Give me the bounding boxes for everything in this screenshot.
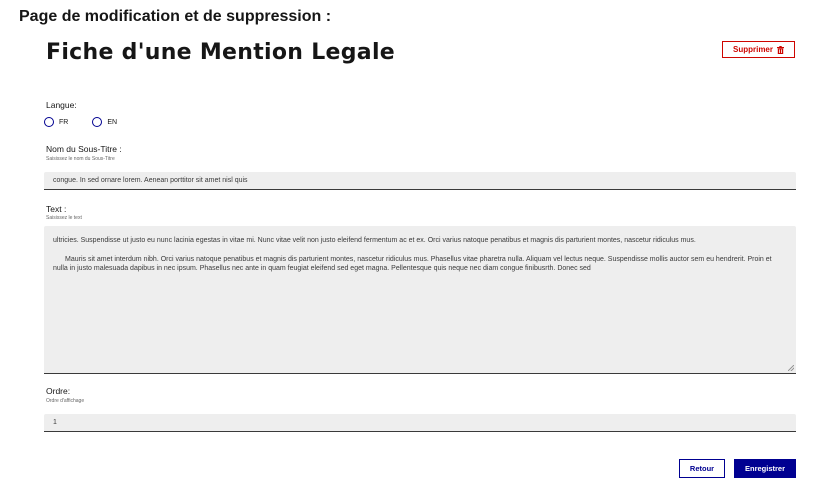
radio-fr-label: FR <box>59 118 69 126</box>
ordre-hint: Ordre d'affichage <box>46 398 85 404</box>
back-button[interactable]: Retour <box>679 459 725 478</box>
ordre-input[interactable]: 1 <box>44 414 796 432</box>
delete-button[interactable]: Supprimer <box>722 41 795 58</box>
subtitle-input-value: congue. In sed ornare lorem. Aenean port… <box>53 177 248 184</box>
card-title: Fiche d'une Mention Legale <box>46 40 396 65</box>
page-heading: Page de modification et de suppression : <box>19 8 332 25</box>
text-hint: Saisissez le text <box>46 215 82 221</box>
radio-fr[interactable]: FR <box>44 117 68 127</box>
text-label: Text : <box>46 204 67 214</box>
resize-handle[interactable] <box>788 365 794 371</box>
subtitle-label: Nom du Sous-Titre : <box>46 144 122 154</box>
radio-en-circle[interactable] <box>92 117 103 127</box>
text-paragraph-2: Mauris sit amet interdum nibh. Orci vari… <box>53 255 772 273</box>
subtitle-hint: Saisissez le nom du Sous-Titre <box>46 156 115 162</box>
text-textarea[interactable]: ultricies. Suspendisse ut justo eu nunc … <box>44 226 796 374</box>
radio-en-label: EN <box>107 118 118 126</box>
radio-fr-circle[interactable] <box>44 117 54 127</box>
delete-button-label: Supprimer <box>732 45 773 54</box>
langue-radio-group: FR EN <box>44 117 117 127</box>
subtitle-input[interactable]: congue. In sed ornare lorem. Aenean port… <box>44 172 796 190</box>
ordre-label: Ordre: <box>46 386 71 396</box>
radio-en[interactable]: EN <box>92 117 117 127</box>
save-button[interactable]: Enregistrer <box>734 459 796 478</box>
trash-icon <box>777 45 784 54</box>
text-paragraph-1: ultricies. Suspendisse ut justo eu nunc … <box>53 237 696 244</box>
langue-label: Langue: <box>46 100 77 110</box>
ordre-input-value: 1 <box>53 419 57 426</box>
